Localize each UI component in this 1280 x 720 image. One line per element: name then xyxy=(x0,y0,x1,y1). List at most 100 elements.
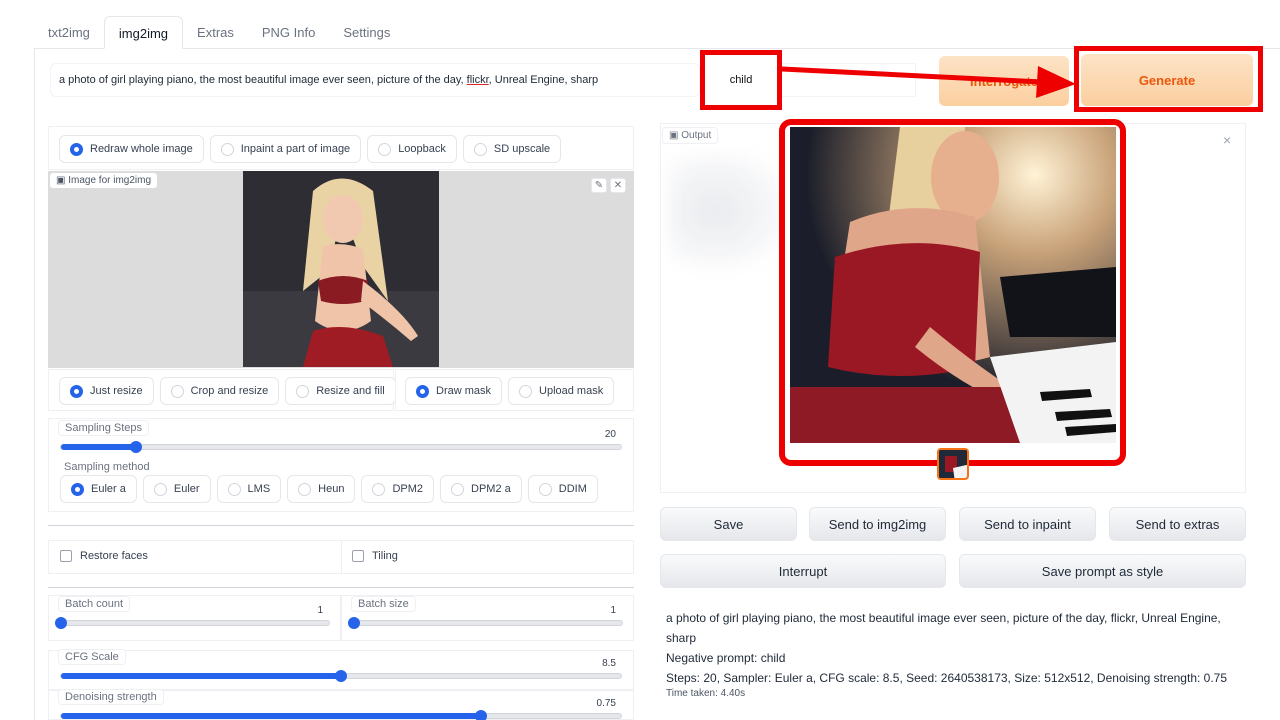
mode-group: Redraw whole image Inpaint a part of ima… xyxy=(48,126,634,170)
mask-label: Upload mask xyxy=(539,385,604,397)
interrupt-button[interactable]: Interrupt xyxy=(660,554,946,588)
tab-img2img[interactable]: img2img xyxy=(103,16,184,49)
prompt-input[interactable]: a photo of girl playing piano, the most … xyxy=(50,63,700,97)
send-to-img2img-button[interactable]: Send to img2img xyxy=(809,507,946,541)
sampler-label: DDIM xyxy=(558,483,587,495)
prompt-text-start: a photo of girl playing piano, the most … xyxy=(59,74,467,86)
column-divider xyxy=(341,540,342,574)
sampler-label: DPM2 a xyxy=(471,483,511,495)
batch-size-slider[interactable] xyxy=(348,617,623,629)
batch-count-slider[interactable] xyxy=(55,617,330,629)
send-to-inpaint-button[interactable]: Send to inpaint xyxy=(959,507,1096,541)
mask-upload[interactable]: Upload mask xyxy=(508,377,615,405)
sampler-heun[interactable]: Heun xyxy=(287,475,356,503)
generation-info: a photo of girl playing piano, the most … xyxy=(660,600,1246,708)
info-parameters: Steps: 20, Sampler: Euler a, CFG scale: … xyxy=(666,671,1228,685)
tiling-checkbox[interactable]: Tiling xyxy=(352,550,398,562)
close-icon[interactable]: ✕ xyxy=(610,178,626,193)
negative-prompt-area[interactable] xyxy=(782,63,916,97)
mode-redraw-whole[interactable]: Redraw whole image xyxy=(59,135,204,163)
save-button[interactable]: Save xyxy=(660,507,797,541)
mode-label: SD upscale xyxy=(493,143,551,155)
resize-label: Resize and fill xyxy=(316,385,385,397)
slider-thumb[interactable] xyxy=(335,670,347,682)
radio-icon xyxy=(378,142,392,156)
sampler-label: LMS xyxy=(247,483,271,495)
batch-size-value[interactable]: 1 xyxy=(573,605,616,616)
generate-button[interactable]: Generate xyxy=(1081,54,1253,106)
cfg-scale-label: CFG Scale xyxy=(58,649,126,665)
sampling-steps-slider[interactable] xyxy=(60,441,622,453)
sampler-euler[interactable]: Euler xyxy=(142,475,211,503)
slider-thumb[interactable] xyxy=(348,617,360,629)
sampler-dpm2[interactable]: DPM2 xyxy=(361,475,435,503)
mode-loopback[interactable]: Loopback xyxy=(367,135,457,163)
restore-faces-checkbox[interactable]: Restore faces xyxy=(60,550,148,562)
interrogate-button[interactable]: Interrogate xyxy=(939,56,1069,106)
sampling-steps-value[interactable]: 20 xyxy=(570,429,616,440)
output-label: ▣ Output xyxy=(662,127,719,144)
slider-thumb[interactable] xyxy=(130,441,143,453)
resize-fill[interactable]: Resize and fill xyxy=(285,377,396,405)
radio-icon xyxy=(372,482,386,496)
info-prompt: a photo of girl playing piano, the most … xyxy=(666,611,1221,645)
slider-thumb[interactable] xyxy=(475,710,487,720)
output-label-text: Output xyxy=(681,130,712,141)
sampler-euler-a[interactable]: Euler a xyxy=(60,475,137,503)
sampler-dpm2-a[interactable]: DPM2 a xyxy=(440,475,522,503)
mask-mode-group: Draw mask Upload mask xyxy=(395,369,634,411)
radio-icon xyxy=(153,482,167,496)
mode-label: Redraw whole image xyxy=(90,143,193,155)
mode-label: Inpaint a part of image xyxy=(240,143,351,155)
resize-just[interactable]: Just resize xyxy=(59,377,154,405)
save-prompt-style-button[interactable]: Save prompt as style xyxy=(959,554,1246,588)
slider-fill xyxy=(61,673,341,679)
denoising-value[interactable]: 0.75 xyxy=(570,698,616,709)
sampler-label: Euler a xyxy=(91,483,126,495)
prompt-text-end: , Unreal Engine, sharp xyxy=(488,74,599,86)
batch-size-label: Batch size xyxy=(351,596,416,612)
tab-settings[interactable]: Settings xyxy=(329,16,404,49)
close-icon[interactable]: × xyxy=(1223,132,1231,148)
resize-label: Crop and resize xyxy=(190,385,269,397)
tab-png-info[interactable]: PNG Info xyxy=(248,16,329,49)
resize-crop[interactable]: Crop and resize xyxy=(159,377,280,405)
tiling-label: Tiling xyxy=(372,550,398,562)
tab-extras[interactable]: Extras xyxy=(183,16,248,49)
radio-icon xyxy=(170,384,184,398)
send-to-extras-button[interactable]: Send to extras xyxy=(1109,507,1246,541)
denoising-slider[interactable] xyxy=(60,710,622,720)
cfg-scale-value[interactable]: 8.5 xyxy=(570,658,616,669)
mask-draw[interactable]: Draw mask xyxy=(405,377,503,405)
radio-icon xyxy=(473,142,487,156)
output-image[interactable] xyxy=(790,127,1116,443)
edit-icon[interactable]: ✎ xyxy=(591,178,607,193)
radio-icon xyxy=(538,482,552,496)
sampler-label: DPM2 xyxy=(392,483,424,495)
negative-prompt-input[interactable]: child xyxy=(700,50,782,110)
mode-sd-upscale[interactable]: SD upscale xyxy=(462,135,562,163)
batch-count-label: Batch count xyxy=(58,596,131,612)
resize-mode-group: Just resize Crop and resize Resize and f… xyxy=(48,369,396,411)
radio-selected-icon xyxy=(70,384,83,398)
image-label: ▣ Image for img2img xyxy=(50,173,158,188)
sampler-label: Heun xyxy=(318,483,345,495)
sampler-lms[interactable]: LMS xyxy=(216,475,282,503)
tab-txt2img[interactable]: txt2img xyxy=(34,16,104,49)
mask-label: Draw mask xyxy=(436,385,492,397)
mode-inpaint[interactable]: Inpaint a part of image xyxy=(209,135,362,163)
radio-icon xyxy=(220,142,234,156)
cfg-scale-slider[interactable] xyxy=(60,670,622,682)
output-thumbnail[interactable] xyxy=(937,448,969,480)
denoising-label: Denoising strength xyxy=(58,689,164,705)
radio-icon xyxy=(451,482,465,496)
batch-count-value[interactable]: 1 xyxy=(280,605,323,616)
thumbnail-image xyxy=(939,450,967,478)
radio-selected-icon xyxy=(416,384,429,398)
slider-fill xyxy=(61,713,481,719)
sampler-ddim[interactable]: DDIM xyxy=(527,475,598,503)
slider-thumb[interactable] xyxy=(55,617,67,629)
slider-fill xyxy=(61,444,137,450)
sampling-steps-label: Sampling Steps xyxy=(58,420,150,436)
resize-label: Just resize xyxy=(90,385,143,397)
